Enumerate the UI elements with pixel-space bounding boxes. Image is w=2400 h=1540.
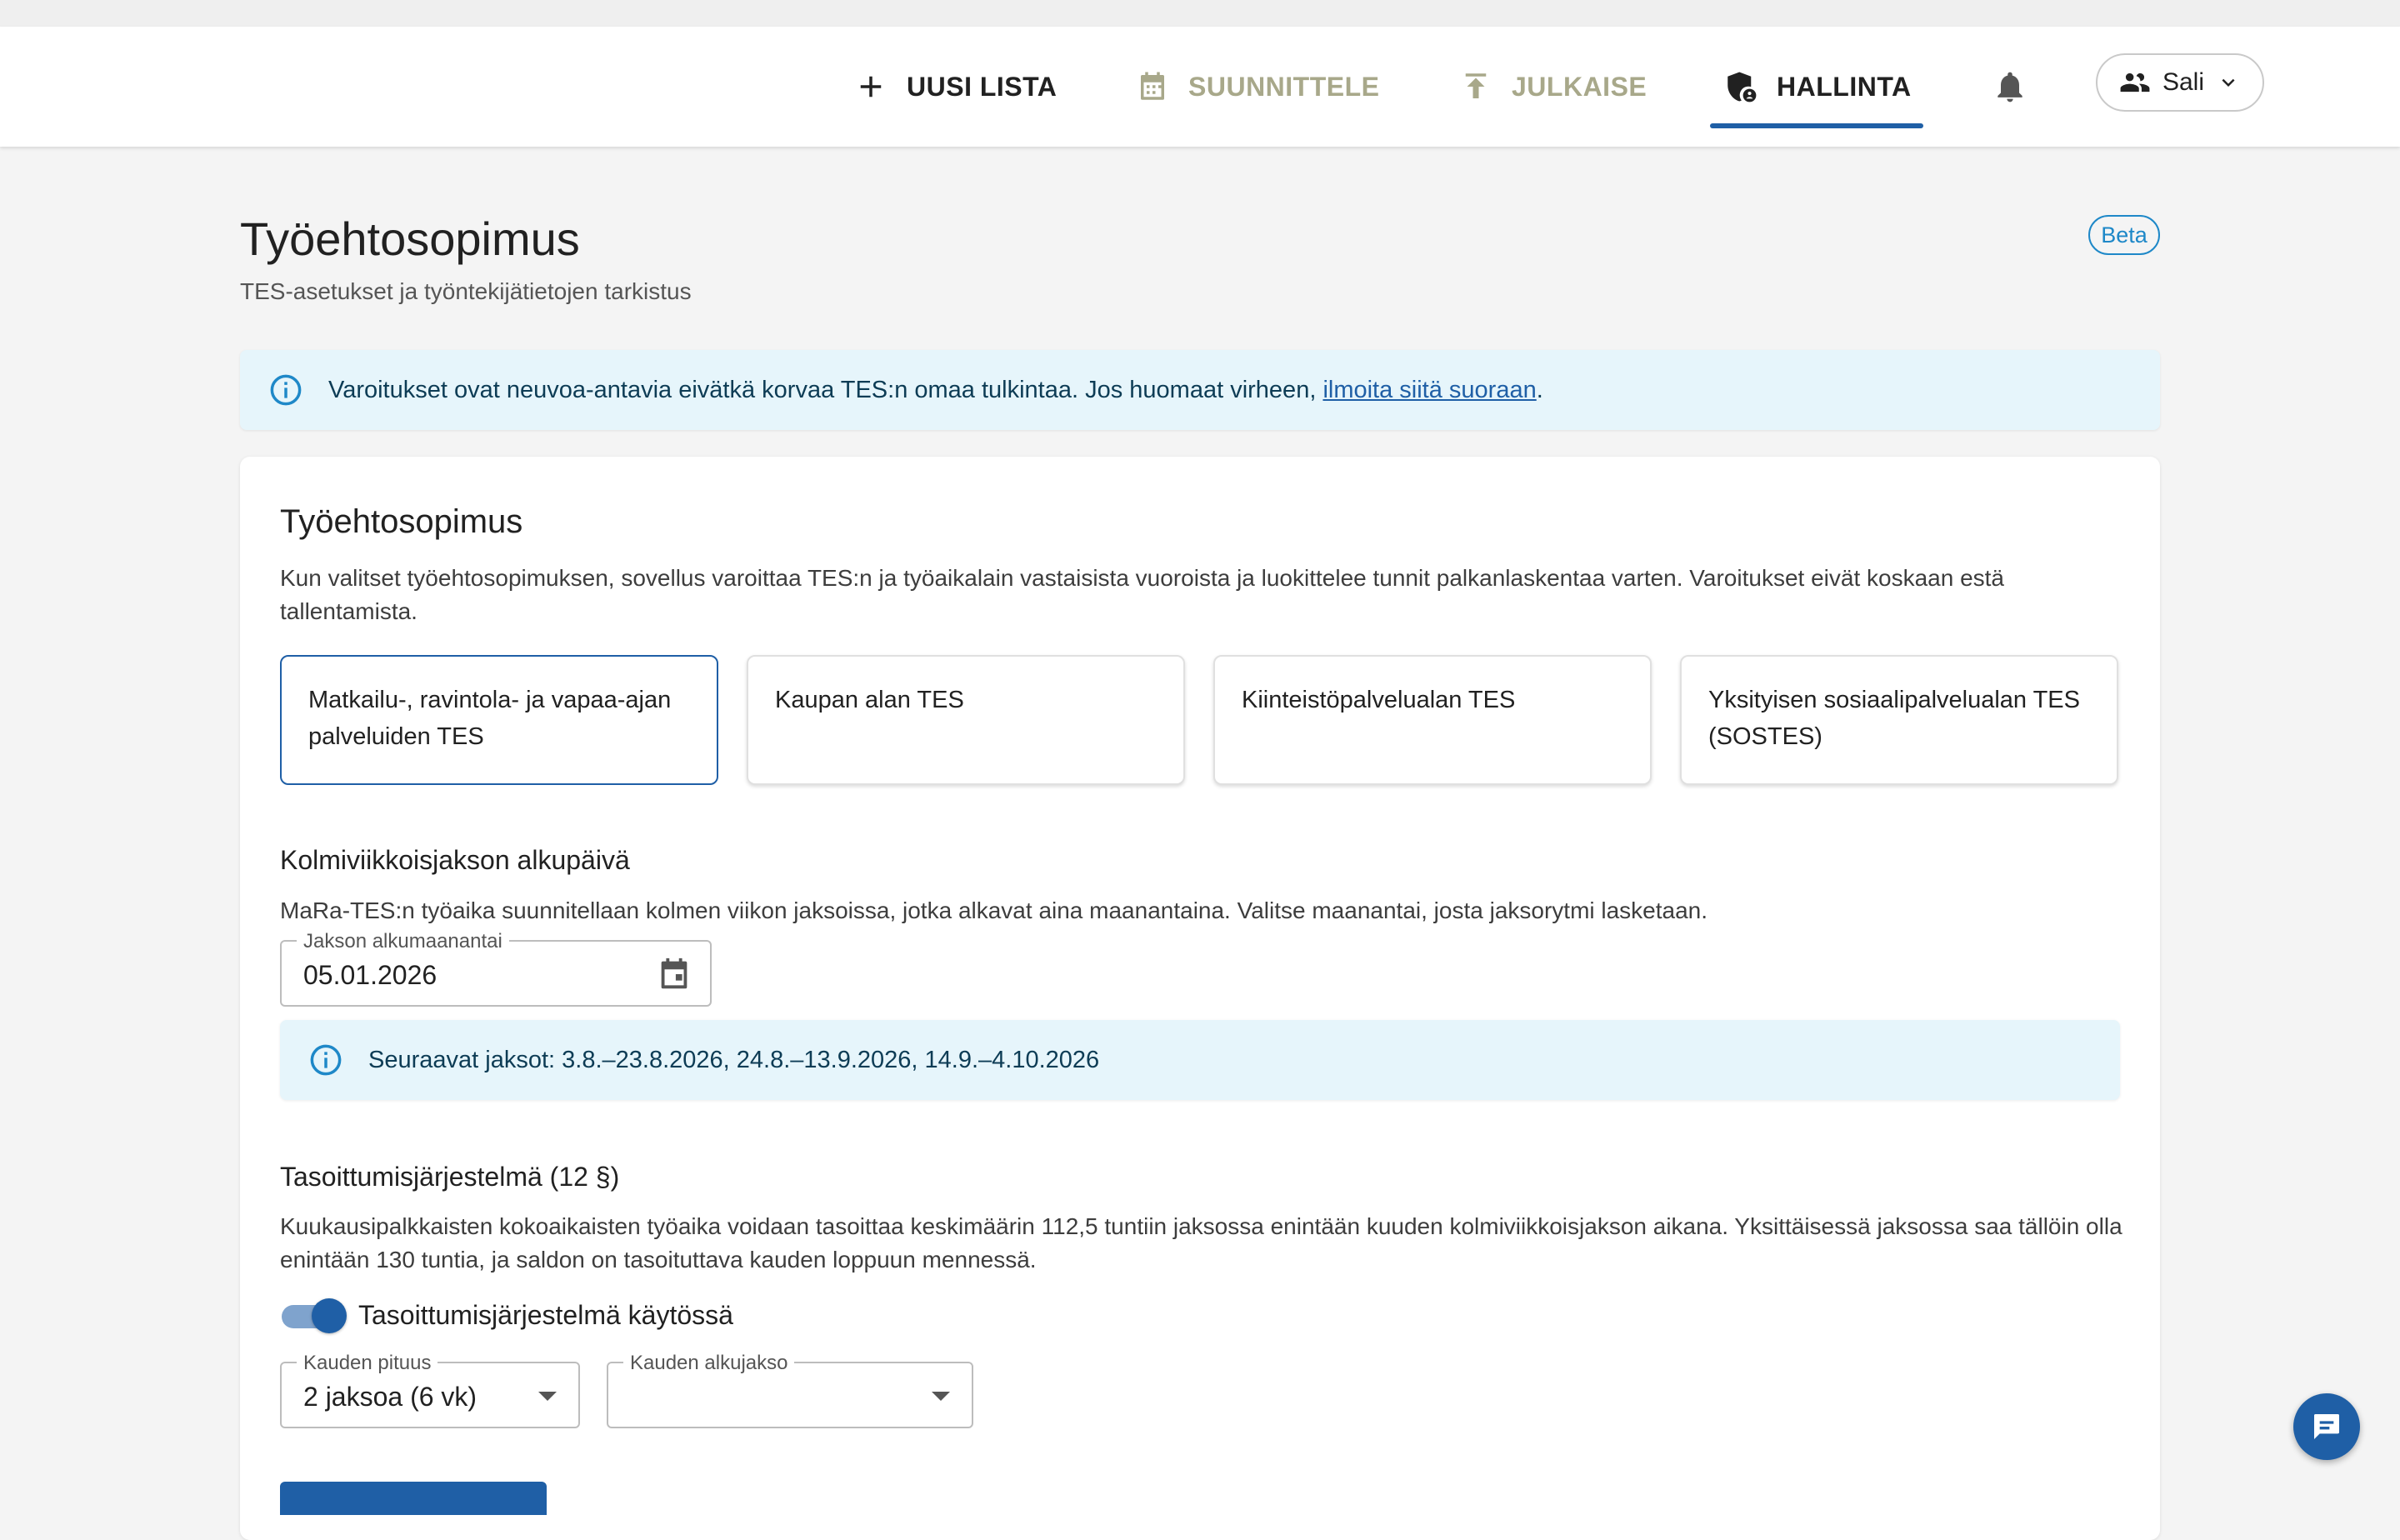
nav-plan[interactable]: SUUNNITTELE (1135, 27, 1380, 147)
calendar-icon (1141, 72, 1164, 100)
calendar-icon[interactable] (655, 955, 693, 993)
nav-publish[interactable]: JULKAISE (1458, 27, 1647, 147)
tes-option-kauppa[interactable]: Kaupan alan TES (747, 655, 1185, 785)
toggle-knob (312, 1298, 347, 1333)
nav-admin[interactable]: HALLINTA (1723, 27, 1912, 147)
tes-option-label: Kaupan alan TES (775, 687, 964, 713)
chevron-down-icon (2222, 78, 2235, 87)
tes-option-label: Kiinteistöpalvelualan TES (1242, 687, 1516, 713)
card-title: Työehtosopimus (280, 503, 523, 540)
admin-shield-icon (1728, 72, 1757, 102)
advisory-notice-text: Varoitukset ovat neuvoa-antavia eivätkä … (328, 377, 1543, 404)
top-navigation-bar: UUSI LISTA SUUNNITTELE JULKAISE HALLINTA… (0, 27, 2400, 147)
period-description: MaRa-TES:n työaika suunnitellaan kolmen … (280, 898, 1708, 923)
chat-icon (2314, 1414, 2339, 1439)
next-periods-info: Seuraavat jaksot: 3.8.–23.8.2026, 24.8.–… (280, 1020, 2120, 1100)
nav-new-list-label: UUSI LISTA (907, 71, 1058, 102)
group-icon (2120, 72, 2150, 92)
tes-option-kiinteisto[interactable]: Kiinteistöpalvelualan TES (1213, 655, 1652, 785)
next-periods-text: Seuraavat jaksot: 3.8.–23.8.2026, 24.8.–… (368, 1046, 1100, 1073)
info-icon (270, 374, 302, 406)
info-icon (310, 1044, 342, 1076)
chat-button[interactable] (2293, 1393, 2360, 1460)
nav-admin-label: HALLINTA (1777, 71, 1912, 102)
page-title: Työehtosopimus (240, 212, 580, 265)
season-length-select[interactable]: Kauden pituus 2 jaksoa (6 vk) (280, 1352, 580, 1428)
period-start-date-field[interactable]: Jakson alkumaanantai 05.01.2026 (280, 930, 712, 1007)
nav-new-list[interactable]: UUSI LISTA (853, 27, 1057, 147)
primary-action-button[interactable] (280, 1482, 547, 1515)
tes-option-label: Matkailu-, ravintola- ja vapaa-ajan palv… (308, 687, 672, 750)
period-start-label: Jakson alkumaanantai (297, 930, 509, 953)
season-start-label: Kauden alkujakso (623, 1352, 795, 1375)
user-menu-button[interactable]: Sali (2096, 53, 2264, 112)
season-start-select[interactable]: Kauden alkujakso (607, 1352, 973, 1428)
dropdown-arrow-icon (932, 1392, 950, 1401)
tes-option-mara[interactable]: Matkailu-, ravintola- ja vapaa-ajan palv… (280, 655, 718, 785)
user-menu-label: Sali (2162, 68, 2205, 96)
upload-icon (1465, 73, 1487, 98)
bell-icon[interactable] (1992, 68, 2028, 105)
page-subtitle: TES-asetukset ja työntekijätietojen tark… (240, 278, 692, 304)
balancing-section-title: Tasoittumisjärjestelmä (12 §) (280, 1162, 620, 1192)
period-section-title: Kolmiviikkoisjakson alkupäivä (280, 845, 630, 875)
balancing-toggle[interactable] (282, 1298, 347, 1333)
tes-option-sostes[interactable]: Yksityisen sosiaalipalvelualan TES (SOST… (1680, 655, 2118, 785)
notice-suffix: . (1536, 376, 1543, 403)
beta-badge: Beta (2088, 215, 2160, 255)
active-tab-indicator (1710, 123, 1923, 128)
tes-option-label: Yksityisen sosiaalipalvelualan TES (SOST… (1708, 687, 2080, 750)
report-link[interactable]: ilmoita siitä suoraan (1322, 377, 1536, 403)
dropdown-arrow-icon (538, 1392, 557, 1401)
balancing-description: Kuukausipalkkaisten kokoaikaisten työaik… (280, 1213, 2122, 1272)
nav-publish-label: JULKAISE (1512, 71, 1648, 102)
period-start-value: 05.01.2026 (303, 960, 438, 990)
plus-icon (860, 76, 882, 98)
balancing-toggle-label: Tasoittumisjärjestelmä käytössä (358, 1300, 733, 1330)
nav-plan-label: SUUNNITTELE (1188, 71, 1380, 102)
season-length-label: Kauden pituus (297, 1352, 438, 1375)
notice-text: Varoitukset ovat neuvoa-antavia eivätkä … (328, 376, 1323, 403)
season-length-value: 2 jaksoa (6 vk) (303, 1382, 478, 1412)
browser-top-strip (0, 0, 2400, 27)
advisory-notice: Varoitukset ovat neuvoa-antavia eivätkä … (240, 350, 2160, 430)
card-description: Kun valitset työehtosopimuksen, sovellus… (280, 565, 2004, 624)
